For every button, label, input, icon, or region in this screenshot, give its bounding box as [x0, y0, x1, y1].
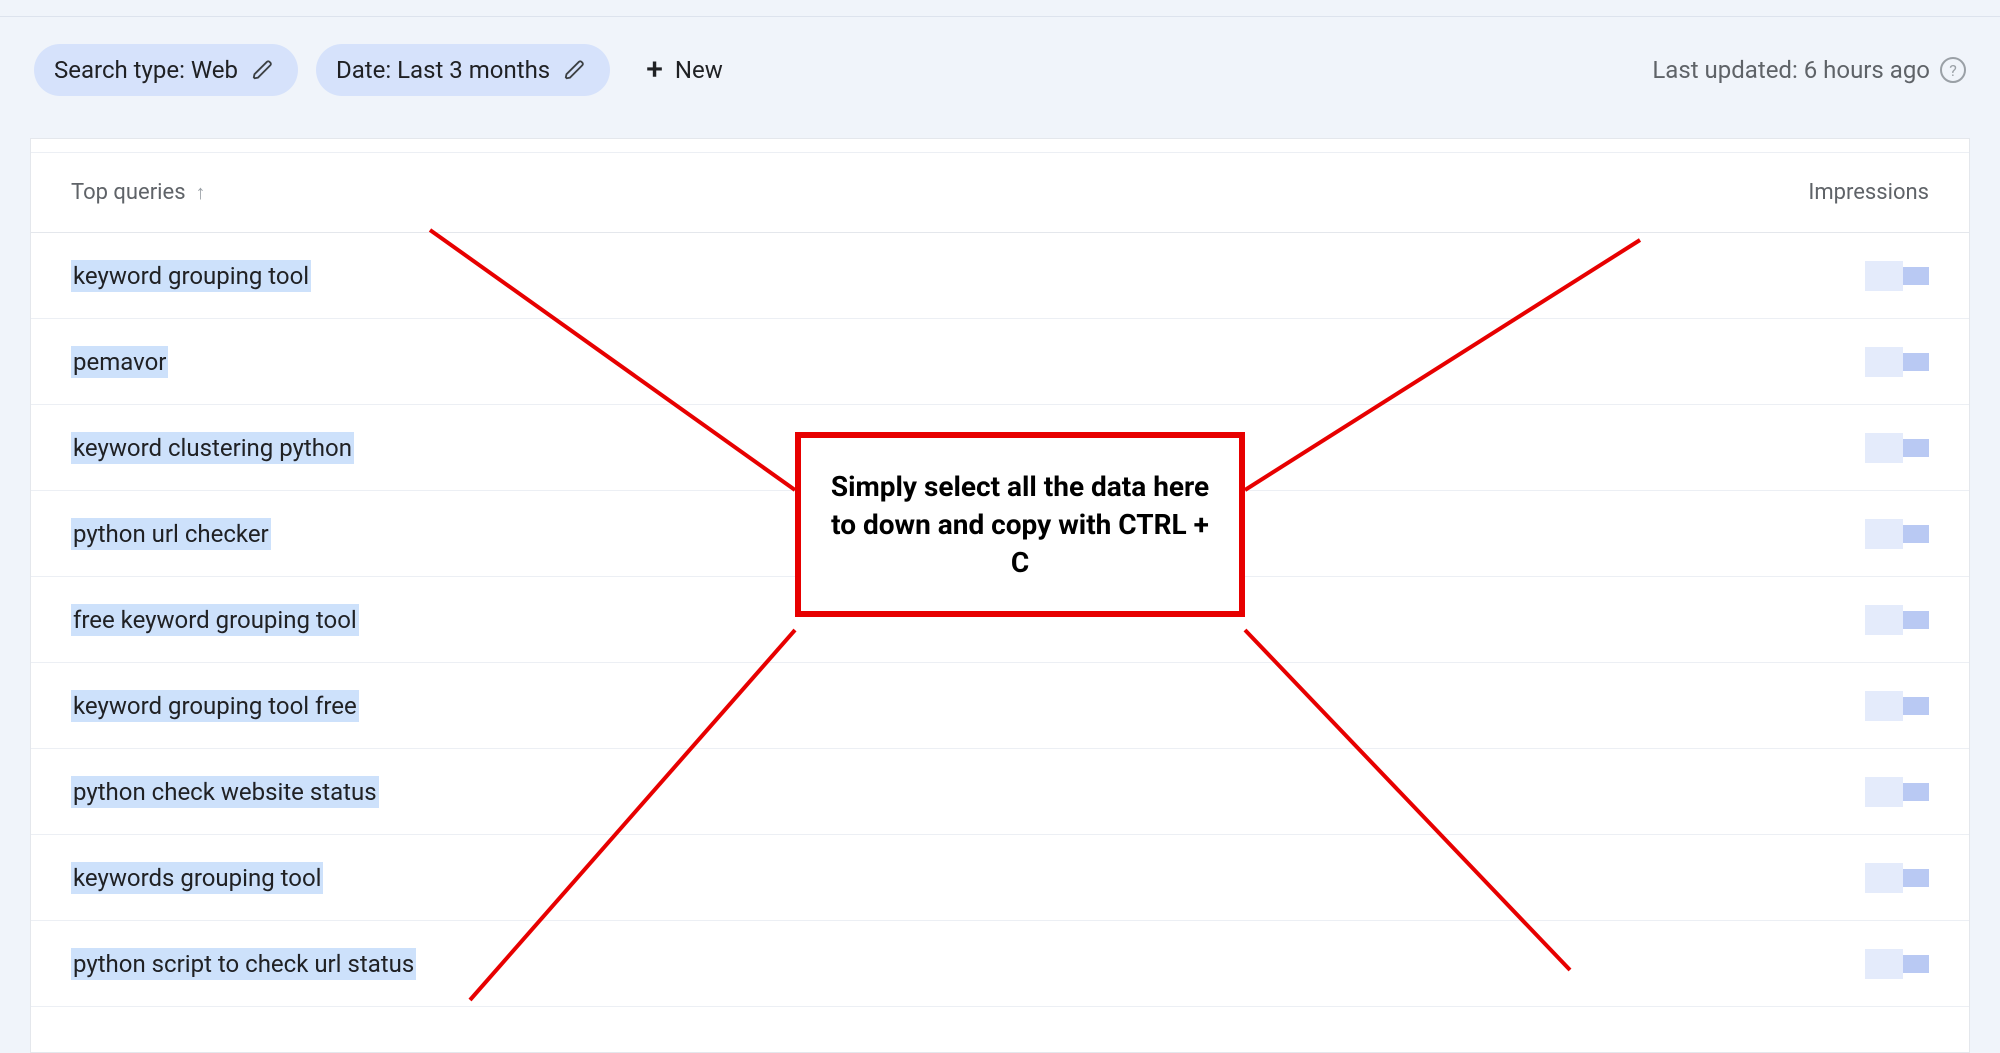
impressions-blurred [1865, 691, 1929, 721]
query-text[interactable]: python script to check url status [71, 948, 416, 980]
query-text[interactable]: pemavor [71, 346, 168, 378]
query-text[interactable]: keyword clustering python [71, 432, 354, 464]
column-header-impressions[interactable]: Impressions [1808, 180, 1929, 205]
new-filter-button[interactable]: + New [646, 55, 723, 85]
query-text[interactable]: keyword grouping tool [71, 260, 311, 292]
table-row: keyword grouping tool free [31, 663, 1969, 749]
query-text[interactable]: keyword grouping tool free [71, 690, 359, 722]
query-text[interactable]: python url checker [71, 518, 271, 550]
table-row: keywords grouping tool [31, 835, 1969, 921]
last-updated: Last updated: 6 hours ago ? [1652, 56, 1966, 84]
date-chip[interactable]: Date: Last 3 months [316, 44, 610, 96]
impressions-blurred [1865, 949, 1929, 979]
last-updated-text: Last updated: 6 hours ago [1652, 56, 1930, 84]
impressions-blurred [1865, 863, 1929, 893]
impressions-blurred [1865, 347, 1929, 377]
top-divider [0, 16, 2000, 17]
table-row: pemavor [31, 319, 1969, 405]
annotation-text: Simply select all the data here to down … [831, 470, 1209, 579]
query-text[interactable]: python check website status [71, 776, 379, 808]
help-icon[interactable]: ? [1940, 57, 1966, 83]
table-body: keyword grouping tool pemavor keyword clus… [31, 233, 1969, 1052]
new-filter-label: New [675, 56, 723, 84]
query-text[interactable]: keywords grouping tool [71, 862, 323, 894]
impressions-blurred [1865, 605, 1929, 635]
impressions-blurred [1865, 261, 1929, 291]
filter-bar: Search type: Web Date: Last 3 months + N… [0, 40, 2000, 100]
impressions-blurred [1865, 433, 1929, 463]
table-row: python check website status [31, 749, 1969, 835]
annotation-callout: Simply select all the data here to down … [795, 432, 1245, 617]
column-header-queries[interactable]: Top queries ↑ [71, 180, 206, 205]
impressions-blurred [1865, 777, 1929, 807]
table-row: keyword grouping tool [31, 233, 1969, 319]
query-text[interactable]: free keyword grouping tool [71, 604, 359, 636]
search-type-chip-label: Search type: Web [54, 56, 238, 84]
search-type-chip[interactable]: Search type: Web [34, 44, 298, 96]
date-chip-label: Date: Last 3 months [336, 56, 550, 84]
impressions-blurred [1865, 519, 1929, 549]
column-header-queries-label: Top queries [71, 180, 186, 205]
arrow-up-icon: ↑ [196, 180, 206, 205]
pencil-icon [252, 59, 274, 81]
pencil-icon [564, 59, 586, 81]
table-row: python script to check url status [31, 921, 1969, 1007]
plus-icon: + [646, 55, 663, 85]
table-header: Top queries ↑ Impressions [31, 153, 1969, 233]
